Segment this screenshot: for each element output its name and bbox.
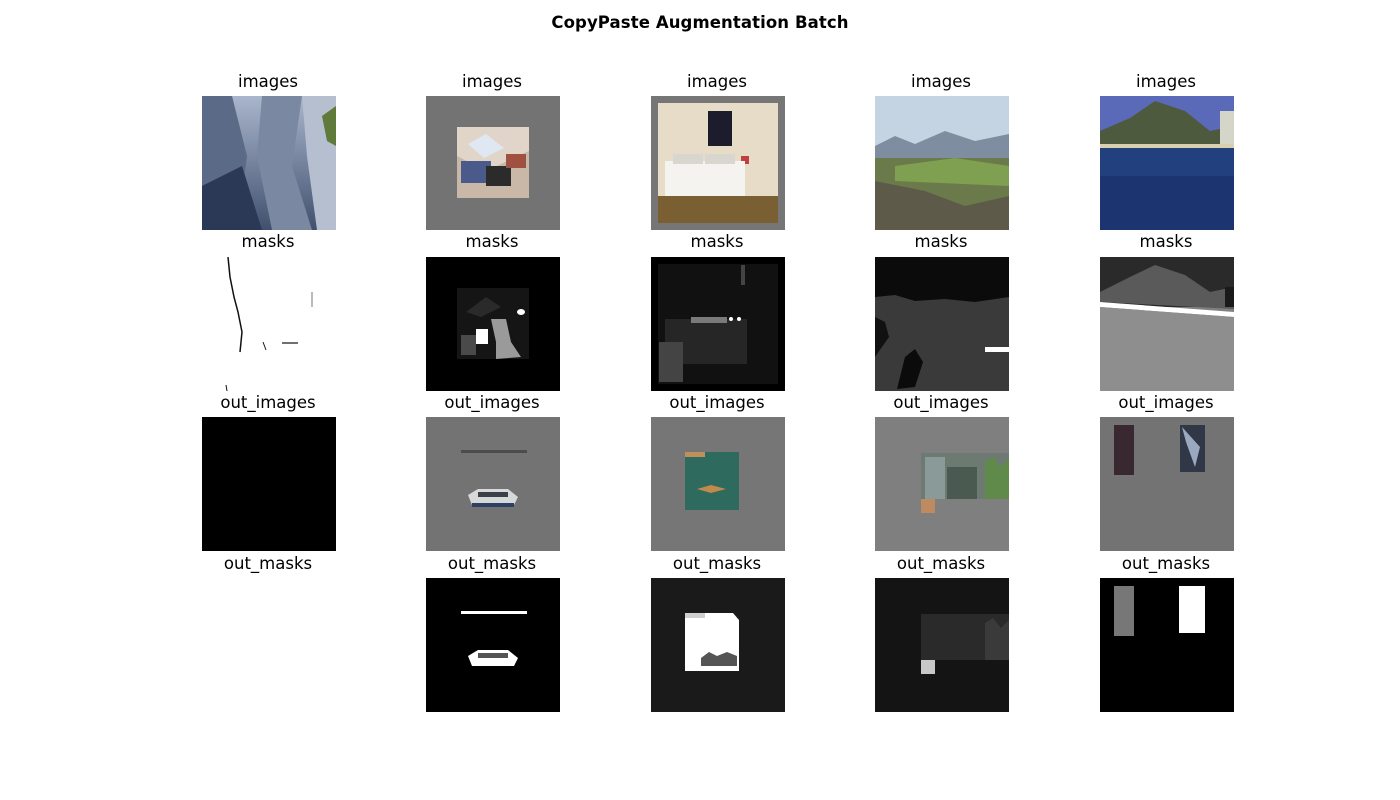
thumb-vehicle-mask bbox=[426, 578, 560, 712]
label-out-masks-col4: out_masks bbox=[896, 554, 986, 573]
label-images: images bbox=[238, 72, 298, 91]
label-out-images-col5: out_images bbox=[1118, 393, 1214, 412]
label-out-masks-col3: out_masks bbox=[672, 554, 762, 573]
thumb-black bbox=[202, 417, 336, 551]
label-masks-col5: masks bbox=[1139, 232, 1193, 251]
thumb-attic-desk-room bbox=[426, 96, 560, 230]
label-out-masks: out_masks bbox=[223, 554, 313, 573]
label-masks: masks bbox=[241, 232, 295, 251]
thumb-gray-with-paste-green-patch bbox=[651, 417, 785, 551]
label-out-masks-col5: out_masks bbox=[1121, 554, 1211, 573]
thumb-building-mask bbox=[875, 578, 1009, 712]
thumb-bedroom-mask bbox=[651, 257, 785, 391]
thumb-empty bbox=[202, 578, 336, 712]
figure-title: CopyPaste Augmentation Batch bbox=[551, 13, 849, 32]
thumb-bay-mask bbox=[1100, 257, 1234, 391]
thumb-gray-with-paste-vehicle bbox=[426, 417, 560, 551]
label-out-images-col2: out_images bbox=[444, 393, 540, 412]
thumb-white-patch-mask bbox=[651, 578, 785, 712]
label-masks-col3: masks bbox=[690, 232, 744, 251]
label-images-col5: images bbox=[1136, 72, 1196, 91]
label-out-masks-col2: out_masks bbox=[447, 554, 537, 573]
thumb-coastal-mountain-bay bbox=[1100, 96, 1234, 230]
label-images-col3: images bbox=[687, 72, 747, 91]
thumb-canyon-cliffs bbox=[202, 96, 336, 230]
label-images-col2: images bbox=[462, 72, 522, 91]
label-out-images-col3: out_images bbox=[669, 393, 765, 412]
thumb-bedroom bbox=[651, 96, 785, 230]
label-out-images: out_images bbox=[220, 393, 316, 412]
thumb-grassland-valley bbox=[875, 96, 1009, 230]
thumb-sparse-white-mask bbox=[202, 257, 336, 391]
thumb-curtain-panel-mask bbox=[1100, 578, 1234, 712]
thumb-gray-with-paste-building bbox=[875, 417, 1009, 551]
label-masks-col2: masks bbox=[465, 232, 519, 251]
label-images-col4: images bbox=[911, 72, 971, 91]
thumb-valley-mask bbox=[875, 257, 1009, 391]
label-out-images-col4: out_images bbox=[893, 393, 989, 412]
thumb-desk-room-mask bbox=[426, 257, 560, 391]
thumb-gray-with-paste-curtain-panel bbox=[1100, 417, 1234, 551]
label-masks-col4: masks bbox=[914, 232, 968, 251]
